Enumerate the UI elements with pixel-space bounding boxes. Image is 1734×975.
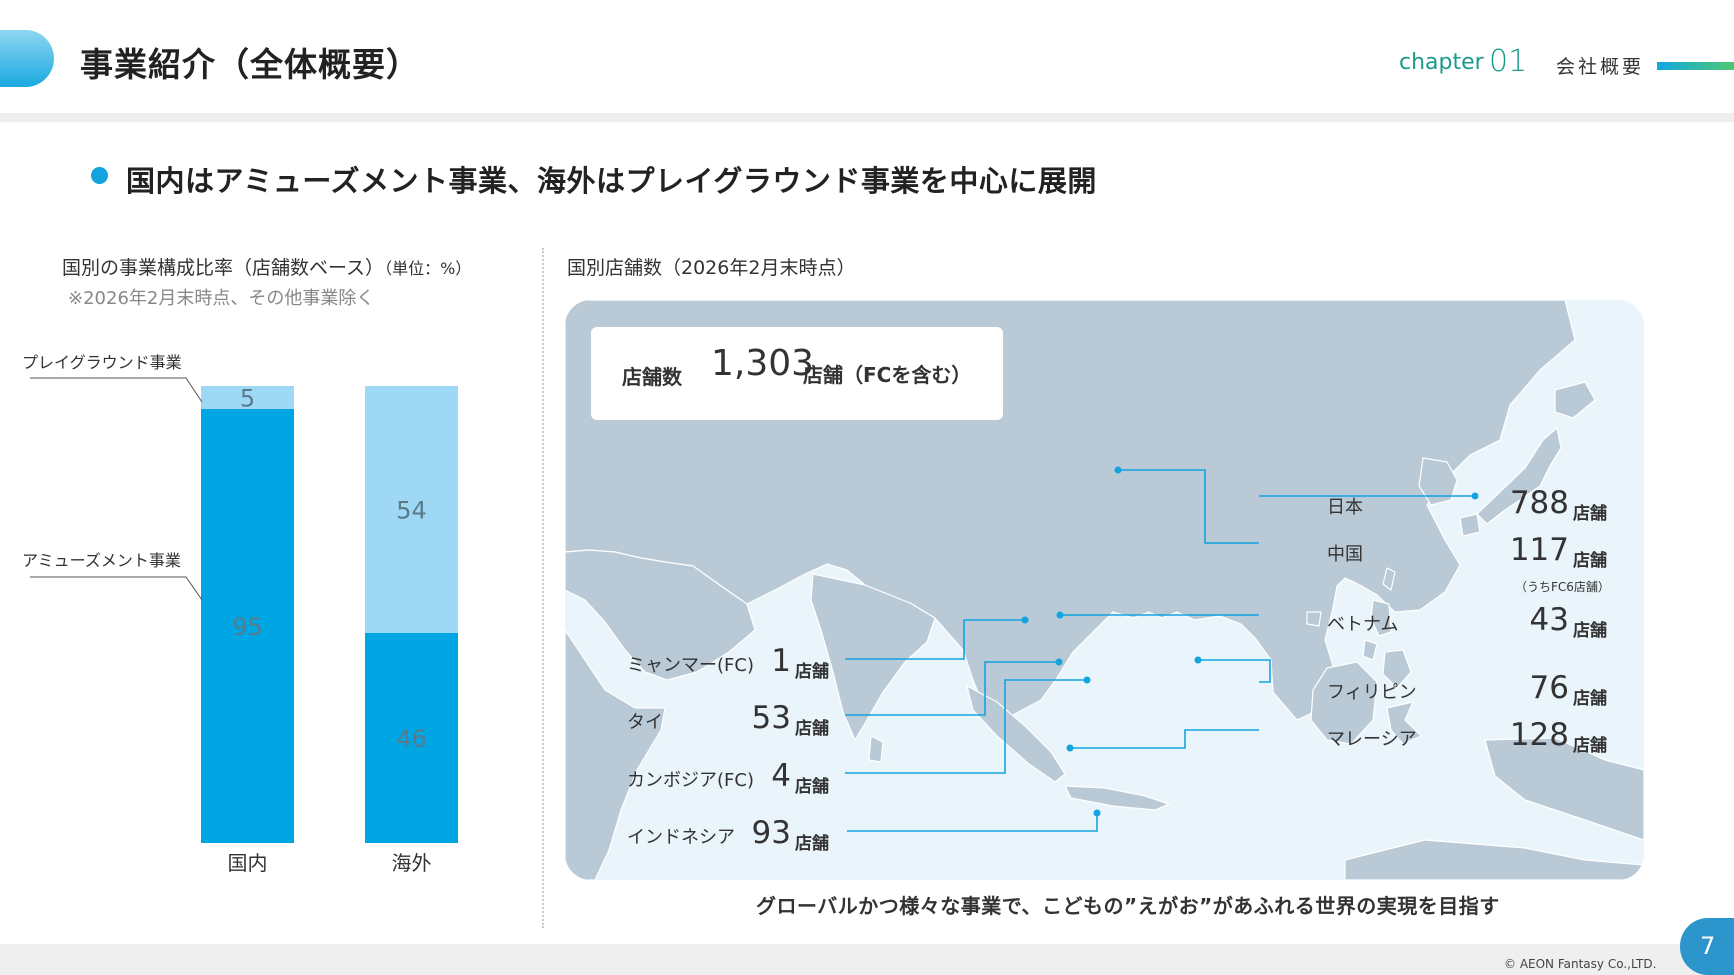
location-dot xyxy=(1056,611,1064,619)
country-store-count: 4 xyxy=(771,758,791,794)
bullet-icon xyxy=(91,167,108,184)
land-hainan xyxy=(1306,611,1322,627)
land-japan-kyushu xyxy=(1459,513,1481,537)
land-japan-hokkaido xyxy=(1554,381,1596,419)
bar-value-label: 95 xyxy=(232,613,263,641)
store-unit: 店舗 xyxy=(795,719,829,739)
country-store-count: 117 xyxy=(1509,532,1569,568)
location-dot xyxy=(1021,616,1029,624)
copyright: © AEON Fantasy Co.,LTD. xyxy=(1504,957,1657,971)
total-store-label: 店舗数 xyxy=(622,365,682,389)
total-store-value: 1,303 xyxy=(711,343,815,384)
connector-line xyxy=(1198,659,1271,683)
business-ratio-bar-chart: 95 5 国内 46 54 海外 アミューズメント事業プレイグラウンド事業 xyxy=(22,353,458,875)
vertical-divider xyxy=(542,248,544,928)
total-store-box: 店舗数 1,303 店舗（FCを含む） xyxy=(591,327,1003,420)
location-dot xyxy=(1083,676,1091,684)
country-store-count: 788 xyxy=(1509,485,1569,521)
store-unit: 店舗 xyxy=(795,834,829,854)
headline: 国内はアミューズメント事業、海外はプレイグラウンド事業を中心に展開 xyxy=(126,164,1097,198)
store-unit: 店舗 xyxy=(1573,621,1607,641)
country-name: フィリピン xyxy=(1327,682,1417,703)
connector-line xyxy=(847,813,1098,832)
store-unit: 店舗 xyxy=(1573,736,1607,756)
country-name: ミャンマー(FC) xyxy=(627,655,754,676)
header-divider xyxy=(0,113,1734,122)
store-unit: 店舗 xyxy=(795,777,829,797)
country-store-count: 43 xyxy=(1529,602,1569,638)
legend-leader-line xyxy=(30,576,203,601)
country-store-count: 53 xyxy=(751,700,791,736)
bar-value-label: 46 xyxy=(396,725,427,753)
page-number: 7 xyxy=(1700,932,1716,960)
location-dot xyxy=(1093,809,1101,817)
land-srilanka xyxy=(868,735,884,763)
location-dot xyxy=(1114,466,1122,474)
left-chart-title-text: 国別の事業構成比率（店舗数ベース） xyxy=(62,257,385,279)
map-title: 国別店舗数（2026年2月末時点） xyxy=(567,257,856,279)
country-store-count: 1 xyxy=(771,643,791,679)
country-store-count: 76 xyxy=(1529,670,1569,706)
location-dot xyxy=(1055,658,1063,666)
country-name: 日本 xyxy=(1327,497,1363,518)
chapter-number: 01 xyxy=(1489,44,1528,79)
country-name: カンボジア(FC) xyxy=(627,770,754,791)
series-legend-label: プレイグラウンド事業 xyxy=(22,353,182,372)
page-title: 事業紹介（全体概要） xyxy=(80,45,420,84)
bar-value-label: 54 xyxy=(396,496,427,524)
land-java xyxy=(1064,785,1170,811)
store-unit: 店舗 xyxy=(1573,689,1607,709)
vision-caption: グローバルかつ様々な事業で、こどもの”えがお”があふれる世界の実現を目指す xyxy=(756,894,1500,918)
country-store-count: 128 xyxy=(1509,717,1569,753)
country-store-count: 93 xyxy=(751,815,791,851)
section-name: 会社概要 xyxy=(1556,56,1645,78)
total-store-suffix: 店舗（FCを含む） xyxy=(803,363,972,387)
country-note: （うちFC6店舗） xyxy=(1515,580,1610,594)
legend-leader-line xyxy=(30,377,203,403)
land-australia xyxy=(1344,839,1644,880)
connector-line xyxy=(1070,729,1259,749)
footer-band xyxy=(0,944,1734,975)
location-dot xyxy=(1194,656,1202,664)
location-dot xyxy=(1066,744,1074,752)
store-unit: 店舗 xyxy=(1573,551,1607,571)
land-newguinea xyxy=(1484,737,1644,841)
country-name: 中国 xyxy=(1327,544,1363,565)
country-name: タイ xyxy=(627,712,663,733)
series-legend-label: アミューズメント事業 xyxy=(22,551,181,570)
category-label: 国内 xyxy=(228,851,268,875)
category-label: 海外 xyxy=(392,851,432,875)
asia-map: 店舗数 1,303 店舗（FCを含む） 日本 788 店舗 中国 117 店舗 （うちFC6… xyxy=(565,300,1644,880)
left-chart-unit: （単位：%） xyxy=(384,259,472,278)
country-name: マレーシア xyxy=(1327,729,1417,750)
header-gradient-line xyxy=(1657,62,1734,70)
header-accent-tab xyxy=(0,30,54,87)
left-chart-note: ※2026年2月末時点、その他事業除く xyxy=(68,288,375,309)
store-unit: 店舗 xyxy=(795,662,829,682)
bar-value-label: 5 xyxy=(240,384,255,412)
country-name: ベトナム xyxy=(1327,614,1399,635)
store-unit: 店舗 xyxy=(1573,504,1607,524)
land-philippines-m xyxy=(1362,639,1378,661)
left-chart-title: 国別の事業構成比率（店舗数ベース）（単位：%） xyxy=(62,253,471,280)
location-dot xyxy=(1471,492,1479,500)
country-name: インドネシア xyxy=(627,827,735,848)
chapter-label: chapter xyxy=(1399,50,1484,75)
